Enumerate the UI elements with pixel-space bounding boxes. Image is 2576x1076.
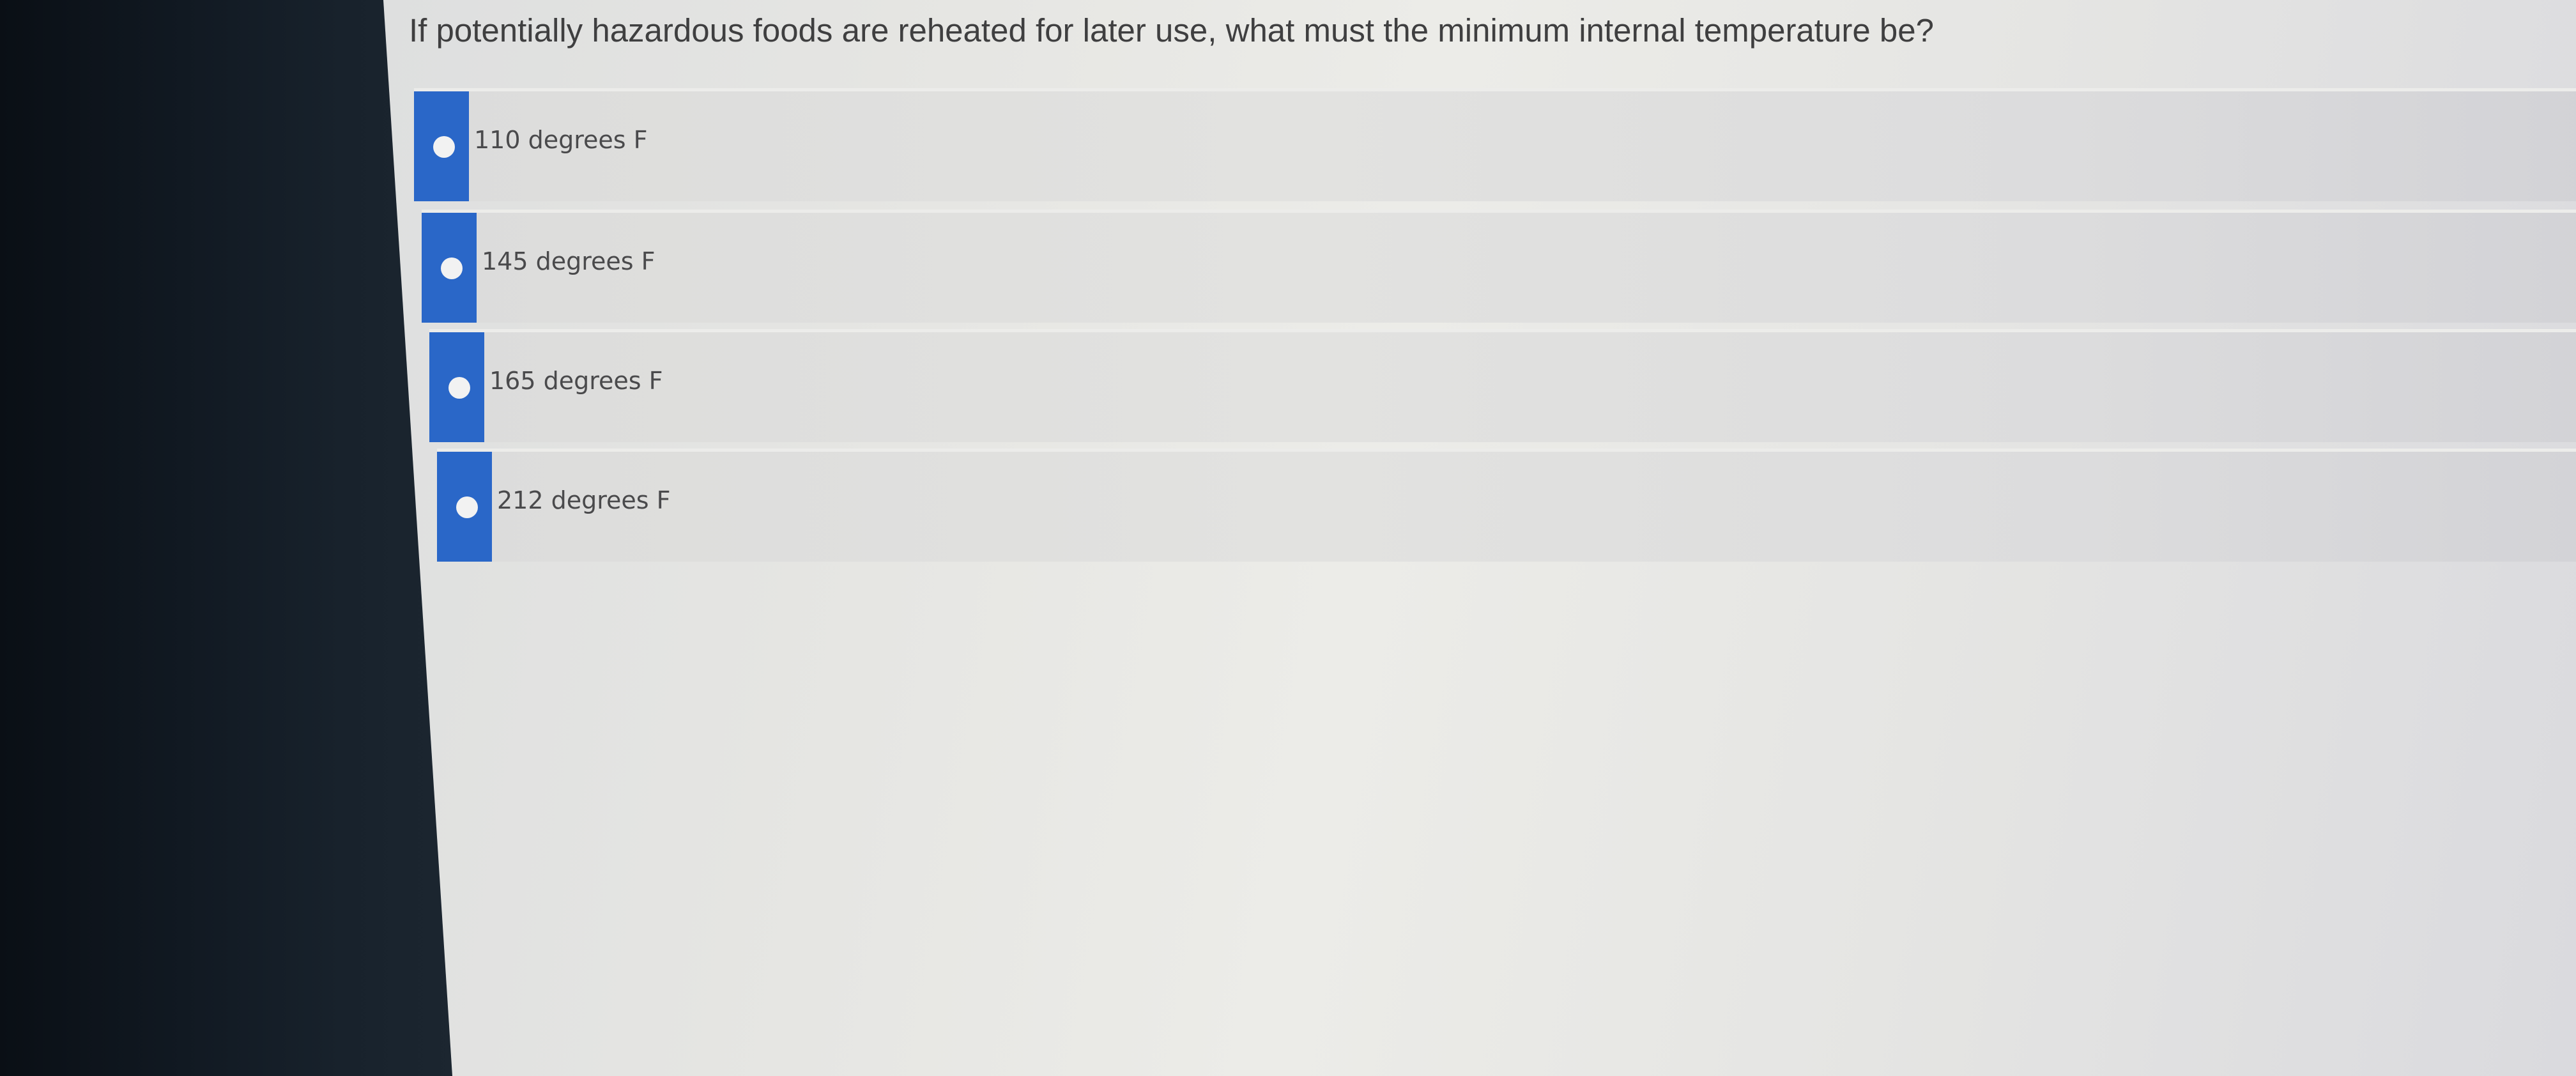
option-label: 212 degrees F: [497, 486, 671, 514]
option-label: 110 degrees F: [474, 126, 648, 154]
option-marker: [437, 452, 492, 562]
radio-button-icon[interactable]: [441, 257, 463, 279]
option-label: 165 degrees F: [489, 367, 663, 395]
answer-option-2[interactable]: 145 degrees F: [422, 210, 2576, 323]
radio-button-icon[interactable]: [433, 136, 455, 158]
radio-button-icon[interactable]: [448, 377, 470, 399]
option-marker: [414, 91, 469, 201]
answer-option-1[interactable]: 110 degrees F: [414, 88, 2576, 201]
monitor-bezel: [0, 0, 460, 1076]
radio-button-icon[interactable]: [456, 496, 478, 518]
answer-option-3[interactable]: 165 degrees F: [429, 329, 2576, 442]
option-marker: [422, 213, 477, 323]
answer-option-4[interactable]: 212 degrees F: [437, 449, 2576, 562]
option-label: 145 degrees F: [482, 247, 656, 275]
option-marker: [429, 332, 484, 442]
question-text: If potentially hazardous foods are rehea…: [409, 12, 1934, 49]
